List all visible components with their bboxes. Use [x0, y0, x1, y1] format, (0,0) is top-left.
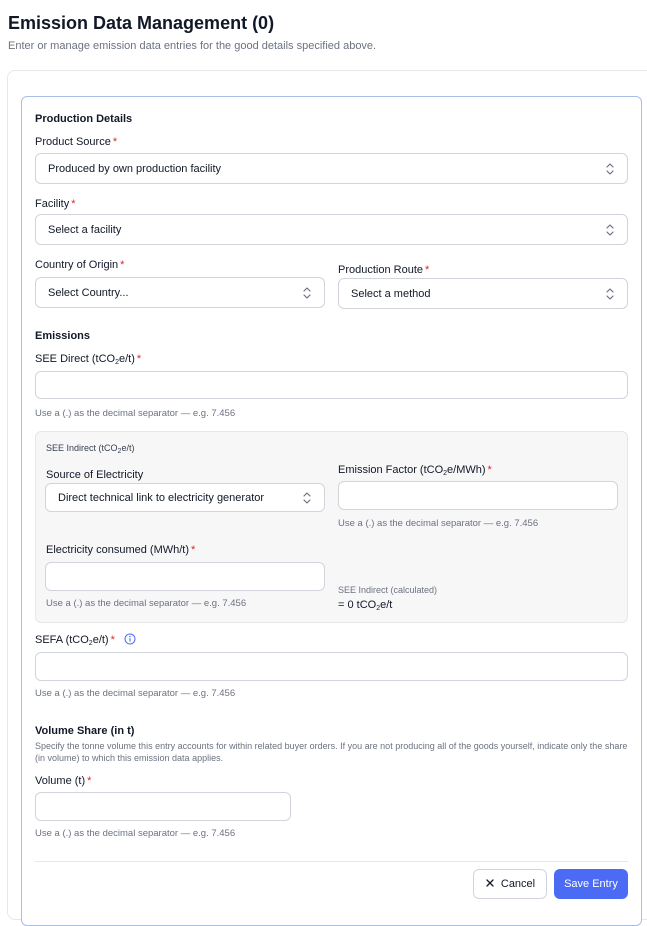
country-of-origin-select[interactable]: Select Country... — [35, 277, 325, 308]
see-indirect-calculated-label: SEE Indirect (calculated) — [338, 585, 438, 595]
required-marker: * — [71, 198, 76, 210]
source-of-electricity-select[interactable]: Direct technical link to electricity gen… — [45, 483, 325, 512]
chevron-up-down-icon — [302, 286, 312, 300]
country-of-origin-label: Country of Origin * — [35, 259, 125, 271]
production-details-heading: Production Details — [35, 113, 133, 125]
footer-divider — [35, 861, 628, 862]
sefa-hint: Use a (.) as the decimal separator — e.g… — [35, 688, 236, 699]
country-of-origin-value: Select Country... — [48, 286, 129, 299]
page-subtitle: Enter or manage emission data entries fo… — [8, 40, 377, 52]
production-route-label: Production Route * — [338, 264, 430, 276]
save-entry-button[interactable]: Save Entry — [554, 869, 628, 899]
electricity-consumed-label: Electricity consumed (MWh/t) * — [46, 544, 196, 556]
sefa-input[interactable] — [35, 652, 628, 681]
electricity-consumed-hint: Use a (.) as the decimal separator — e.g… — [46, 598, 247, 609]
required-marker: * — [191, 544, 196, 556]
source-of-electricity-label: Source of Electricity — [46, 469, 144, 481]
volume-hint: Use a (.) as the decimal separator — e.g… — [35, 828, 236, 839]
cancel-label: Cancel — [500, 878, 536, 890]
required-marker: * — [425, 264, 430, 276]
volume-input[interactable] — [35, 792, 291, 821]
see-direct-label: SEE Direct (tCO2e/t) * — [35, 353, 142, 366]
info-icon[interactable] — [124, 633, 136, 649]
volume-label: Volume (t) * — [35, 775, 92, 787]
volume-share-heading: Volume Share (in t) — [35, 725, 135, 737]
required-marker: * — [487, 464, 492, 476]
volume-share-description: Specify the tonne volume this entry acco… — [35, 741, 628, 763]
chevron-up-down-icon — [605, 223, 615, 237]
required-marker: * — [136, 353, 142, 365]
source-of-electricity-value: Direct technical link to electricity gen… — [58, 491, 265, 504]
close-icon — [485, 878, 495, 891]
facility-label: Facility * — [35, 198, 76, 210]
sefa-label: SEFA (tCO2e/t) * — [35, 633, 136, 651]
chevron-up-down-icon — [302, 491, 312, 505]
facility-select[interactable]: Select a facility — [35, 214, 628, 245]
see-indirect-heading: SEE Indirect (tCO2e/t) — [46, 443, 135, 455]
product-source-select[interactable]: Produced by own production facility — [35, 153, 628, 184]
product-source-value: Produced by own production facility — [48, 162, 222, 175]
required-marker: * — [110, 634, 115, 646]
emissions-heading: Emissions — [35, 330, 91, 342]
facility-value: Select a facility — [48, 223, 122, 236]
production-route-value: Select a method — [351, 287, 431, 300]
see-indirect-calculated-value: = 0 tCO2e/t — [338, 599, 393, 612]
page-title: Emission Data Management (0) — [8, 13, 275, 33]
emission-factor-hint: Use a (.) as the decimal separator — e.g… — [338, 518, 539, 529]
see-direct-hint: Use a (.) as the decimal separator — e.g… — [35, 408, 236, 419]
production-route-select[interactable]: Select a method — [338, 278, 628, 309]
required-marker: * — [120, 259, 125, 271]
cancel-button[interactable]: Cancel — [473, 869, 547, 899]
emission-factor-label: Emission Factor (tCO2e/MWh) * — [338, 464, 492, 477]
chevron-up-down-icon — [605, 162, 615, 176]
product-source-label: Product Source * — [35, 136, 118, 148]
see-direct-input[interactable] — [35, 371, 628, 399]
electricity-consumed-input[interactable] — [45, 562, 325, 591]
see-indirect-panel — [35, 431, 628, 623]
required-marker: * — [87, 775, 92, 787]
required-marker: * — [112, 136, 118, 148]
emission-factor-input[interactable] — [338, 481, 618, 510]
chevron-up-down-icon — [605, 287, 615, 301]
